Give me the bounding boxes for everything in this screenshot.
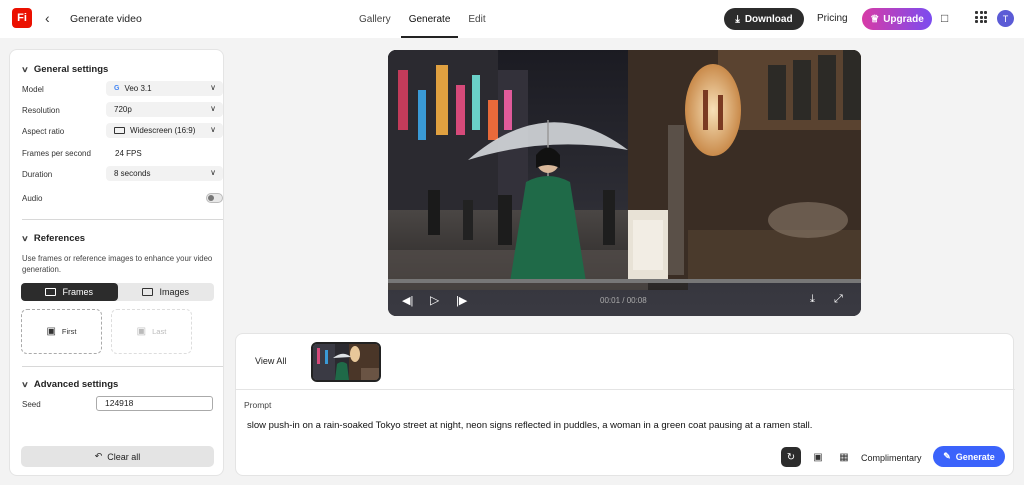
duration-select[interactable]: 8 seconds ∨	[106, 166, 223, 181]
google-icon: G	[114, 85, 120, 92]
first-frame-upload[interactable]: ▣ First	[21, 309, 102, 354]
apps-grid-icon[interactable]	[975, 11, 987, 23]
model-value: Veo 3.1	[124, 84, 152, 93]
video-player[interactable]: ◀| ▷ |▶ 00:01 / 00:08 ⤓ ⤢	[388, 50, 861, 316]
clear-all-label: Clear all	[107, 451, 141, 462]
fullscreen-icon[interactable]: ⤢	[834, 293, 843, 306]
divider	[236, 389, 1015, 390]
skip-forward-icon[interactable]: |▶	[456, 294, 467, 307]
seed-label: Seed	[22, 400, 41, 409]
upgrade-button[interactable]: ♕ Upgrade	[862, 8, 932, 30]
video-time: 00:01 / 00:08	[600, 296, 647, 305]
page-title: Generate video	[70, 13, 142, 25]
play-icon[interactable]: ▷	[430, 293, 439, 307]
download-button[interactable]: ⤓ Download	[724, 8, 804, 30]
reference-type-toggle: Frames Images	[21, 283, 214, 301]
crown-icon: ♕	[870, 13, 880, 25]
last-frame-upload[interactable]: ▣ Last	[111, 309, 192, 354]
references-header[interactable]: ∨ References	[21, 233, 86, 244]
resolution-label: Resolution	[22, 106, 60, 115]
chevron-down-icon: ∨	[210, 168, 216, 177]
frames-label: Frames	[62, 287, 93, 297]
first-frame-label: First	[61, 327, 77, 336]
top-bar: Fi ‹ Generate video Gallery Generate Edi…	[0, 0, 1024, 38]
generate-label: Generate	[955, 451, 995, 462]
add-image-icon: ▣	[46, 326, 56, 337]
duration-value: 8 seconds	[114, 169, 151, 178]
chevron-down-icon: ∨	[210, 83, 216, 92]
complimentary-label: Complimentary	[861, 453, 922, 463]
audio-label: Audio	[22, 194, 43, 203]
tab-gallery[interactable]: Gallery	[351, 0, 399, 38]
undo-icon: ↶	[94, 451, 103, 461]
references-title: References	[33, 233, 86, 244]
main-tabs: Gallery Generate Edit	[350, 0, 495, 38]
style-button[interactable]: ▦	[834, 447, 854, 467]
history-button[interactable]: ↻	[781, 447, 801, 467]
video-frame-image	[388, 50, 861, 316]
avatar[interactable]: T	[997, 10, 1014, 27]
resolution-value: 720p	[114, 105, 132, 114]
resolution-select[interactable]: 720p ∨	[106, 102, 223, 117]
sparkle-edit-icon: ✎	[943, 451, 951, 461]
fps-label: Frames per second	[22, 149, 91, 158]
advanced-settings-header[interactable]: ∨ Advanced settings	[21, 379, 119, 390]
widescreen-icon	[114, 127, 125, 134]
chevron-down-icon: ∨	[21, 65, 29, 74]
tab-edit[interactable]: Edit	[460, 0, 493, 38]
tab-generate[interactable]: Generate	[400, 0, 459, 38]
advanced-settings-title: Advanced settings	[33, 379, 119, 390]
style-reference-icon: ▦	[839, 451, 849, 463]
divider	[22, 366, 223, 367]
skip-back-icon[interactable]: ◀|	[402, 294, 413, 307]
add-image-icon: ▣	[813, 451, 823, 463]
feedback-icon[interactable]: □	[941, 11, 948, 25]
view-all-link[interactable]: View All	[255, 356, 286, 366]
app-logo[interactable]: Fi	[12, 8, 32, 28]
aspect-ratio-label: Aspect ratio	[22, 127, 65, 136]
clear-all-button[interactable]: ↶ Clear all	[21, 446, 214, 467]
chevron-down-icon: ∨	[210, 104, 216, 113]
chevron-down-icon: ∨	[21, 380, 29, 389]
general-settings-header[interactable]: ∨ General settings	[21, 64, 109, 75]
arrow-left-icon[interactable]: ‹	[45, 10, 50, 26]
model-select[interactable]: G Veo 3.1 ∨	[106, 81, 223, 96]
seed-input[interactable]: 124918	[96, 396, 213, 411]
last-frame-label: Last	[152, 327, 167, 336]
fps-value: 24 FPS	[115, 149, 142, 158]
upgrade-label: Upgrade	[883, 13, 924, 25]
video-progress-bar[interactable]	[388, 279, 861, 283]
generate-button[interactable]: ✎ Generate	[933, 446, 1005, 467]
download-label: Download	[744, 13, 793, 25]
prompt-input[interactable]: slow push-in on a rain-soaked Tokyo stre…	[247, 420, 812, 431]
add-image-icon: ▣	[136, 326, 147, 337]
history-icon: ↻	[786, 451, 796, 463]
thumbnail-image	[313, 344, 379, 380]
download-icon: ⤓	[735, 13, 740, 25]
pricing-link[interactable]: Pricing	[817, 13, 848, 24]
frames-tab[interactable]: Frames	[21, 283, 118, 301]
model-label: Model	[22, 85, 44, 94]
settings-panel: ∨ General settings Model G Veo 3.1 ∨ Res…	[9, 49, 224, 476]
images-tab[interactable]: Images	[118, 283, 215, 301]
duration-label: Duration	[22, 170, 53, 179]
prompt-composer: View All Prompt slow push-in on a rain-s…	[235, 333, 1015, 476]
prompt-label: Prompt	[244, 400, 272, 410]
images-label: Images	[159, 287, 189, 297]
divider	[22, 219, 223, 220]
aspect-ratio-select[interactable]: Widescreen (16:9) ∨	[106, 123, 223, 138]
aspect-ratio-value: Widescreen (16:9)	[130, 126, 196, 135]
chevron-down-icon: ∨	[210, 125, 216, 134]
chevron-down-icon: ∨	[21, 234, 29, 243]
general-settings-title: General settings	[33, 64, 109, 75]
generated-thumbnail[interactable]	[311, 342, 381, 382]
download-icon[interactable]: ⤓	[810, 293, 815, 306]
references-description: Use frames or reference images to enhanc…	[22, 254, 213, 274]
film-icon	[45, 288, 57, 296]
audio-toggle[interactable]	[206, 193, 223, 203]
image-icon	[142, 288, 154, 296]
add-reference-button[interactable]: ▣	[808, 447, 828, 467]
